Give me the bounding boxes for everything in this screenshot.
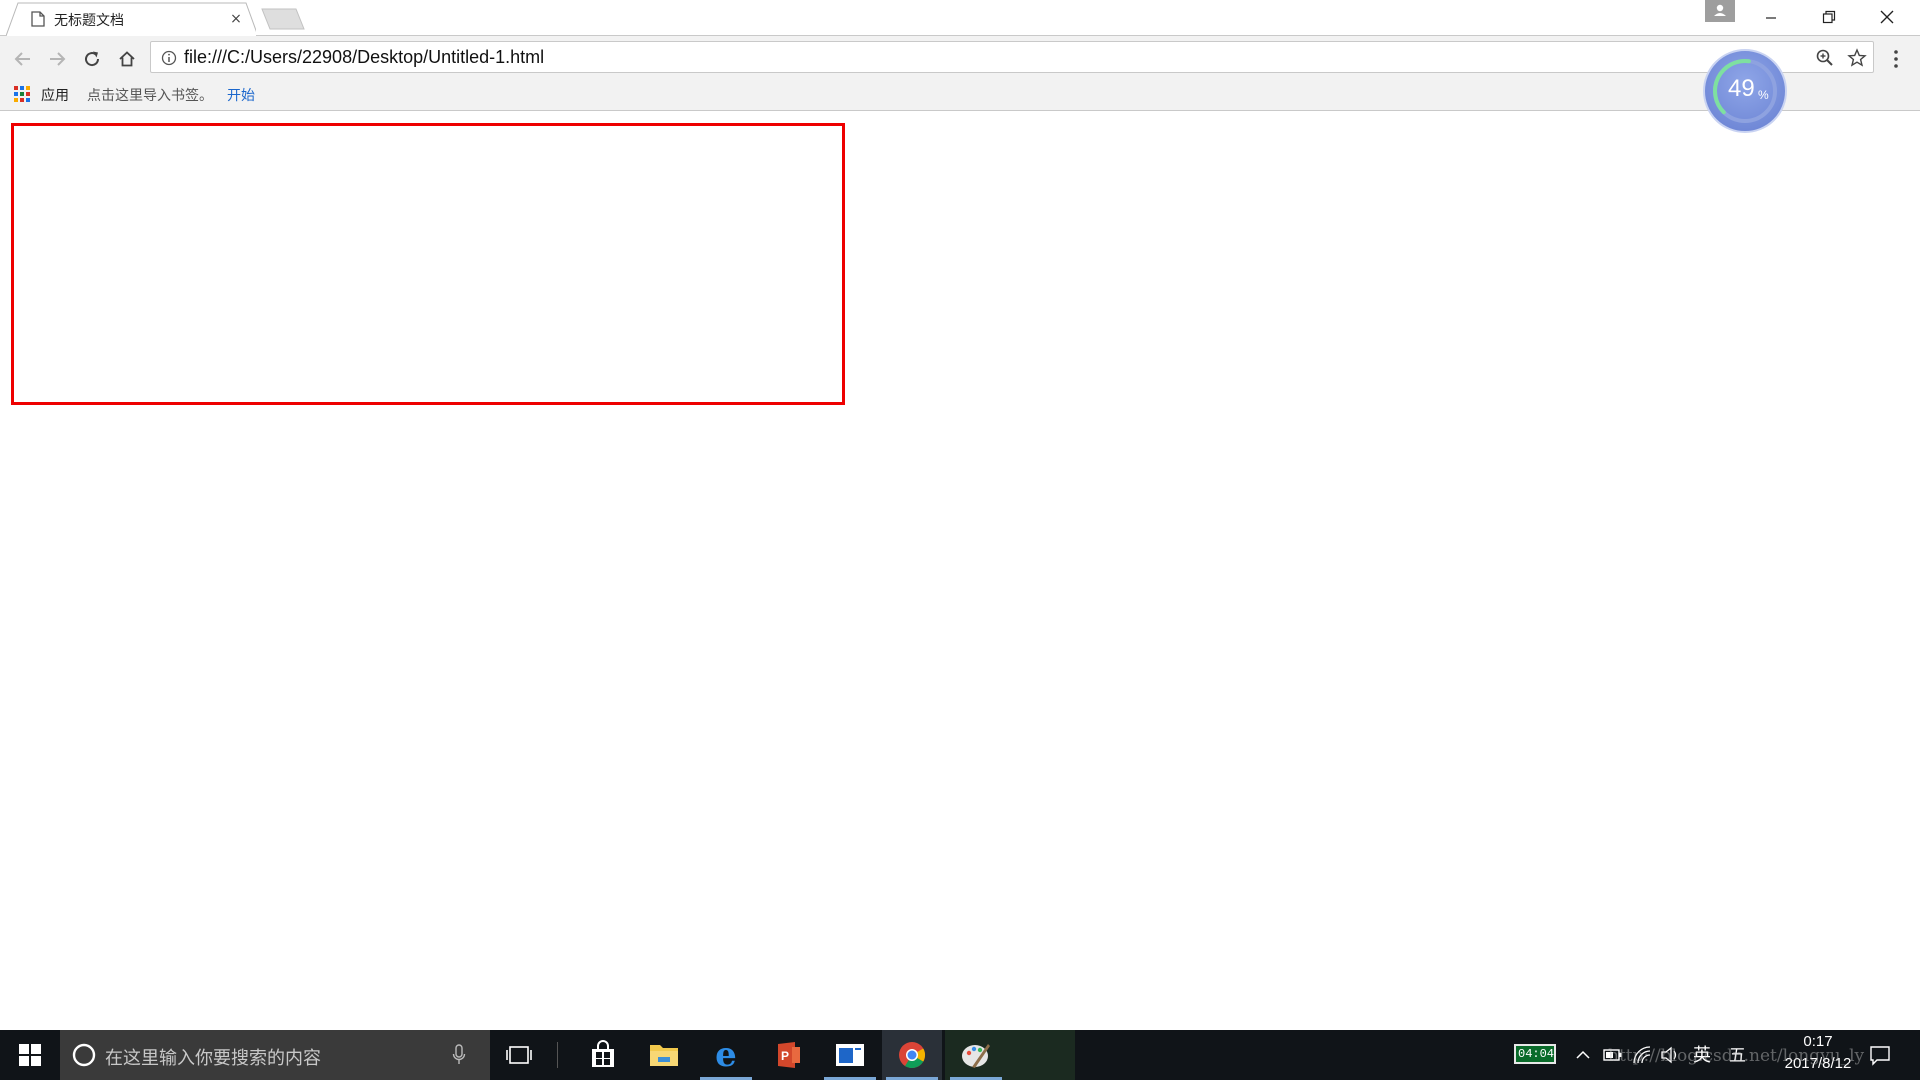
chrome-icon <box>899 1042 926 1069</box>
chevron-up-icon <box>1576 1050 1590 1059</box>
import-start-link[interactable]: 开始 <box>227 85 255 105</box>
app-window-icon <box>836 1044 864 1066</box>
battery-timer-text: 04:04 <box>1518 1047 1555 1061</box>
forward-arrow-icon <box>50 52 66 66</box>
profile-button[interactable] <box>1705 0 1735 22</box>
forward-button[interactable] <box>44 46 70 72</box>
paint-icon <box>962 1044 990 1068</box>
taskbar-chrome[interactable] <box>882 1030 942 1080</box>
taskbar-file-explorer[interactable] <box>634 1030 694 1080</box>
cortana-icon <box>72 1043 96 1067</box>
taskbar-app-window[interactable] <box>820 1030 880 1080</box>
tab-title: 无标题文档 <box>54 13 124 29</box>
info-icon[interactable] <box>161 50 177 66</box>
bookmarks-bar: 应用 点击这里导入书签。 开始 <box>0 80 1920 111</box>
bookmark-star-icon[interactable] <box>1847 48 1867 68</box>
task-view-icon[interactable] <box>505 1043 533 1067</box>
import-bookmarks-text: 点击这里导入书签。 <box>87 88 213 104</box>
reload-icon <box>85 51 100 67</box>
home-icon <box>119 51 135 67</box>
address-bar[interactable]: file:///C:/Users/22908/Desktop/Untitled-… <box>150 41 1874 73</box>
taskbar-powerpoint[interactable]: P <box>758 1030 818 1080</box>
watermark-text: http://blog.csdn.net/longyu_ly <box>1608 1046 1865 1066</box>
tab-active[interactable]: 无标题文档 × <box>6 2 256 36</box>
back-button[interactable] <box>10 46 36 72</box>
reload-button[interactable] <box>79 46 105 72</box>
browser-toolbar: file:///C:/Users/22908/Desktop/Untitled-… <box>0 36 1920 80</box>
tab-close-button[interactable]: × <box>227 10 245 28</box>
close-window-button[interactable] <box>1858 0 1916 34</box>
microphone-icon[interactable] <box>452 1044 466 1066</box>
apps-grid-icon[interactable] <box>14 86 30 102</box>
search-placeholder[interactable]: 在这里输入你要搜索的内容 <box>105 1044 321 1070</box>
close-icon <box>1880 10 1894 24</box>
taskbar-separator <box>557 1042 558 1068</box>
taskbar-edge[interactable]: e <box>696 1030 756 1080</box>
taskbar-store[interactable] <box>573 1030 633 1080</box>
powerpoint-icon: P <box>778 1042 800 1068</box>
action-center-icon[interactable] <box>1868 1043 1892 1067</box>
minimize-icon <box>1766 17 1776 19</box>
apps-label[interactable]: 应用 <box>41 85 69 105</box>
page-icon <box>31 11 45 27</box>
new-tab-button[interactable] <box>260 7 306 31</box>
meter-value: 49 <box>1728 75 1755 102</box>
tab-strip: 无标题文档 × <box>0 0 1920 36</box>
person-icon <box>1714 4 1726 16</box>
meter-unit: % <box>1758 88 1769 102</box>
store-icon <box>592 1040 614 1067</box>
edge-icon: e <box>715 1035 737 1075</box>
taskbar-search-box[interactable]: 在这里输入你要搜索的内容 <box>60 1030 490 1080</box>
battery-timer-badge[interactable]: 04:04 <box>1514 1044 1556 1064</box>
browser-menu-icon[interactable] <box>1886 48 1906 70</box>
restore-icon <box>1822 10 1836 24</box>
tray-overflow-button[interactable] <box>1573 1045 1593 1065</box>
red-bordered-box <box>11 123 845 405</box>
zoom-icon[interactable] <box>1815 48 1835 68</box>
back-arrow-icon <box>14 52 30 66</box>
windows-logo-icon <box>19 1044 41 1066</box>
taskbar-paint[interactable] <box>946 1030 1006 1080</box>
url-text[interactable]: file:///C:/Users/22908/Desktop/Untitled-… <box>184 47 544 68</box>
minimize-button[interactable] <box>1742 0 1800 34</box>
file-explorer-icon <box>650 1045 678 1066</box>
start-button[interactable] <box>0 1030 60 1080</box>
floating-meter-widget[interactable]: 49 % <box>1702 48 1788 134</box>
restore-button[interactable] <box>1800 0 1858 34</box>
svg-text:P: P <box>781 1049 789 1063</box>
home-button[interactable] <box>114 46 140 72</box>
